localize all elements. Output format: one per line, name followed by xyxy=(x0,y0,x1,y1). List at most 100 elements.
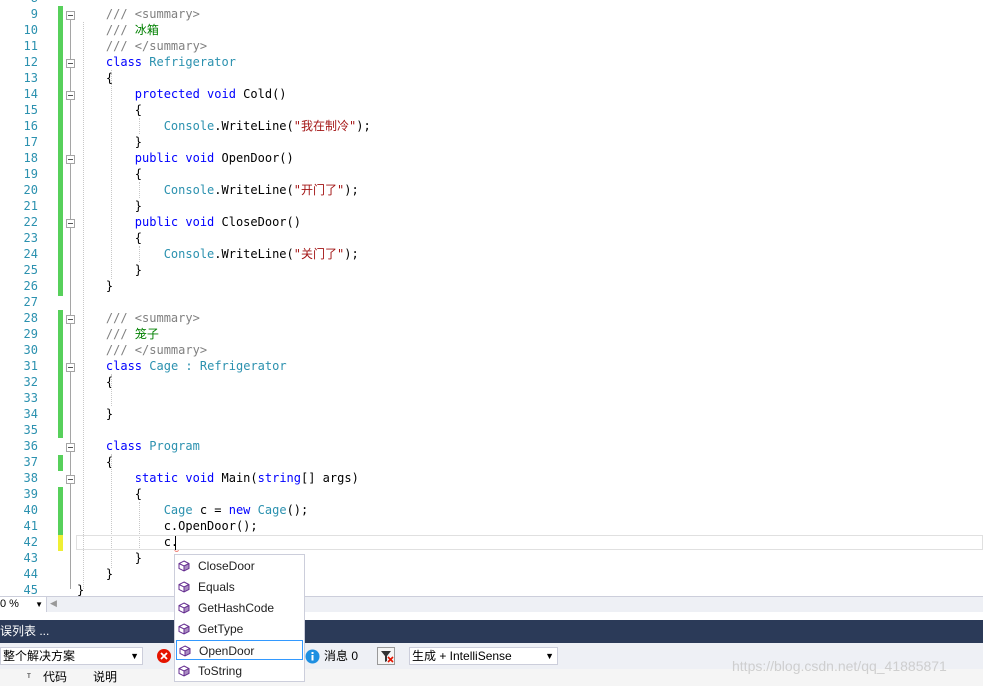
method-cube-icon xyxy=(178,581,190,593)
editor-bottom-bar: 0 % ▼ ◀ xyxy=(0,596,983,612)
code-line[interactable]: 34 } xyxy=(0,406,983,422)
column-header-description[interactable]: 说明 xyxy=(93,669,117,686)
line-code: { xyxy=(77,486,142,502)
collapse-icon[interactable] xyxy=(66,443,75,452)
completion-item-label: Equals xyxy=(198,580,235,594)
code-line[interactable]: 25 } xyxy=(0,262,983,278)
collapse-icon[interactable] xyxy=(66,59,75,68)
code-line[interactable]: 29 /// 笼子 xyxy=(0,326,983,342)
collapse-icon[interactable] xyxy=(66,219,75,228)
line-number: 38 xyxy=(23,471,38,485)
code-line[interactable]: 14 protected void Cold() xyxy=(0,86,983,102)
code-line[interactable]: 30 /// </summary> xyxy=(0,342,983,358)
code-line[interactable]: 21 } xyxy=(0,198,983,214)
source-dropdown[interactable]: 生成 + IntelliSense ▼ xyxy=(409,647,558,665)
line-number: 42 xyxy=(23,535,38,549)
code-token: c.OpenDoor(); xyxy=(77,519,258,533)
code-editor[interactable]: 89 /// <summary>10 /// 冰箱11 /// </summar… xyxy=(0,0,983,596)
code-line[interactable]: 15 { xyxy=(0,102,983,118)
collapse-icon[interactable] xyxy=(66,11,75,20)
code-token: { xyxy=(77,231,143,245)
column-header-code[interactable]: 代码 xyxy=(43,669,67,686)
code-line[interactable]: 44 } xyxy=(0,566,983,582)
code-line[interactable]: 31 class Cage : Refrigerator xyxy=(0,358,983,374)
completion-item[interactable]: Equals xyxy=(176,577,303,597)
zoom-dropdown[interactable]: 0 % ▼ xyxy=(0,597,47,612)
line-code: /// </summary> xyxy=(77,38,207,54)
completion-item-label: GetType xyxy=(198,622,244,636)
code-line[interactable]: 16 Console.WriteLine("我在制冷"); xyxy=(0,118,983,134)
collapse-icon[interactable] xyxy=(66,315,75,324)
line-number: 24 xyxy=(23,247,38,261)
scope-dropdown[interactable]: 整个解决方案 ▼ xyxy=(0,647,143,665)
code-line[interactable]: 26 } xyxy=(0,278,983,294)
code-line[interactable]: 28 /// <summary> xyxy=(0,310,983,326)
code-line[interactable]: 11 /// </summary> xyxy=(0,38,983,54)
code-line[interactable]: 39 { xyxy=(0,486,983,502)
code-line[interactable]: 38 static void Main(string[] args) xyxy=(0,470,983,486)
line-number: 29 xyxy=(23,327,38,341)
completion-item[interactable]: GetType xyxy=(176,619,303,639)
scroll-left-icon[interactable]: ◀ xyxy=(50,597,57,612)
completion-item[interactable]: GetHashCode xyxy=(176,598,303,618)
line-number: 33 xyxy=(23,391,38,405)
code-token: "我在制冷" xyxy=(293,119,357,133)
line-number: 34 xyxy=(23,407,38,421)
code-line[interactable]: 23 { xyxy=(0,230,983,246)
code-token: class xyxy=(105,359,143,373)
code-token: c = xyxy=(192,503,229,517)
code-line[interactable]: 40 Cage c = new Cage(); xyxy=(0,502,983,518)
code-line[interactable]: 12 class Refrigerator xyxy=(0,54,983,70)
collapse-icon[interactable] xyxy=(66,91,75,100)
code-token: "关门了" xyxy=(293,247,345,261)
code-line[interactable]: 9 /// <summary> xyxy=(0,6,983,22)
collapse-icon[interactable] xyxy=(66,363,75,372)
sort-icon[interactable]: ᵀ xyxy=(27,669,31,686)
collapse-icon[interactable] xyxy=(66,155,75,164)
code-token: .WriteLine( xyxy=(214,119,294,133)
code-line[interactable]: 17 } xyxy=(0,134,983,150)
code-line[interactable]: 13 { xyxy=(0,70,983,86)
code-line[interactable]: 41 c.OpenDoor(); xyxy=(0,518,983,534)
code-line[interactable]: 19 { xyxy=(0,166,983,182)
code-line[interactable]: 36 class Program xyxy=(0,438,983,454)
code-line[interactable]: 43 } xyxy=(0,550,983,566)
line-number: 22 xyxy=(23,215,38,229)
code-line[interactable]: 20 Console.WriteLine("开门了"); xyxy=(0,182,983,198)
code-line[interactable]: 27 xyxy=(0,294,983,310)
code-line[interactable]: 24 Console.WriteLine("关门了"); xyxy=(0,246,983,262)
code-token: class xyxy=(105,55,143,69)
collapse-icon[interactable] xyxy=(66,475,75,484)
code-token: /// xyxy=(105,23,135,37)
clear-filter-button[interactable] xyxy=(375,647,397,665)
code-line[interactable]: 45} xyxy=(0,582,983,596)
code-token: } xyxy=(77,199,143,213)
code-line[interactable]: 22 public void CloseDoor() xyxy=(0,214,983,230)
code-token: /// </summary> xyxy=(105,343,208,357)
code-token: { xyxy=(77,103,143,117)
code-line[interactable]: 37 { xyxy=(0,454,983,470)
code-line[interactable]: 18 public void OpenDoor() xyxy=(0,150,983,166)
code-line[interactable]: 32 { xyxy=(0,374,983,390)
zoom-value: 0 % xyxy=(0,598,19,610)
method-cube-icon xyxy=(178,665,190,677)
completion-item[interactable]: CloseDoor xyxy=(176,556,303,576)
completion-item[interactable]: ToString xyxy=(176,661,303,681)
code-token: (); xyxy=(286,503,309,517)
code-line[interactable]: 33 xyxy=(0,390,983,406)
code-token: "开门了" xyxy=(293,183,345,197)
completion-item[interactable]: OpenDoor xyxy=(176,640,303,660)
intellisense-popup[interactable]: CloseDoor Equals GetHashCode GetType OpenDoo… xyxy=(174,554,305,682)
code-line[interactable]: 35 xyxy=(0,422,983,438)
line-code: c.OpenDoor(); xyxy=(77,518,258,534)
completion-item-label: OpenDoor xyxy=(199,644,255,658)
code-line[interactable]: 10 /// 冰箱 xyxy=(0,22,983,38)
line-number: 13 xyxy=(23,71,38,85)
